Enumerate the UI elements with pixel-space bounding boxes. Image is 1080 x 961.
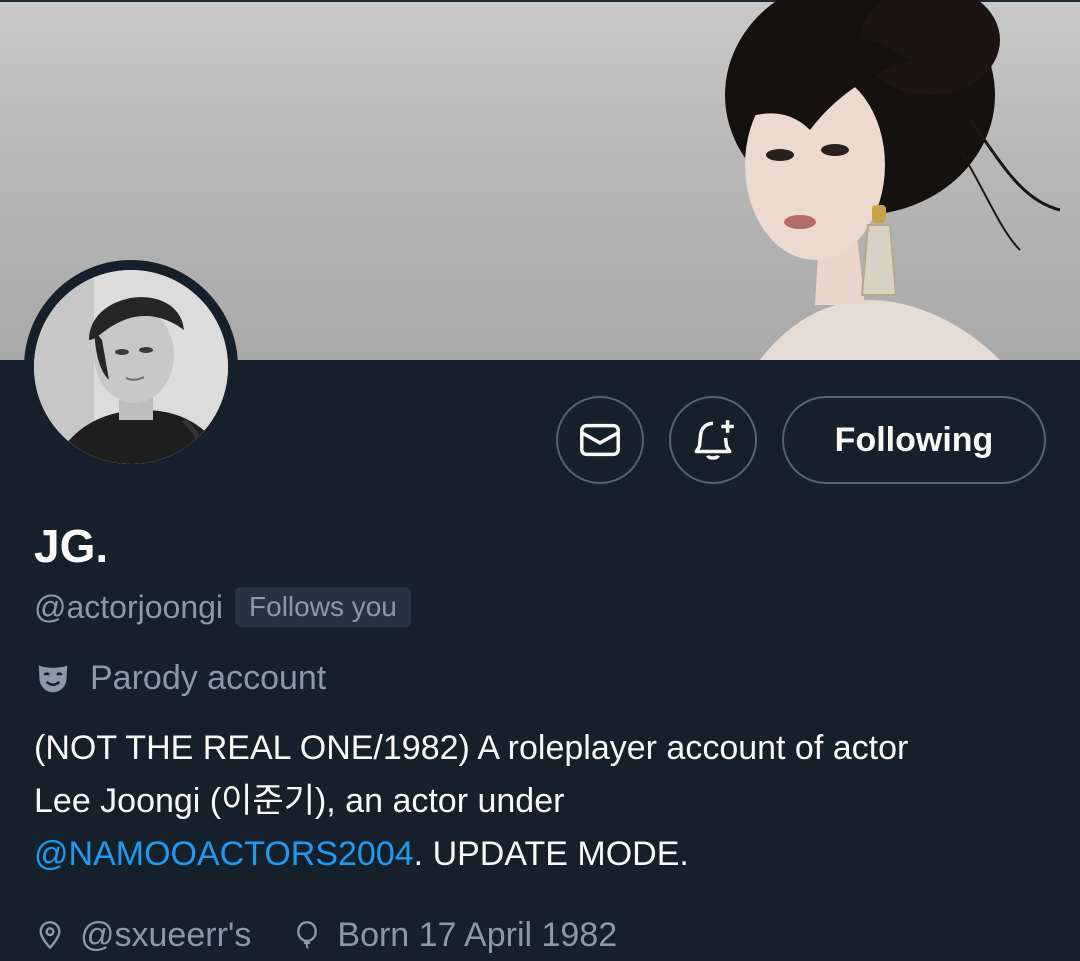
following-button[interactable]: Following — [782, 396, 1046, 484]
birthday-item: Born 17 April 1982 — [291, 916, 617, 955]
parody-account-label: Parody account — [90, 658, 327, 697]
profile-avatar[interactable] — [24, 260, 238, 474]
handle-row: @actorjoongi Follows you — [34, 584, 411, 630]
envelope-icon — [580, 423, 620, 457]
follows-you-badge: Follows you — [235, 587, 411, 627]
profile-bio: (NOT THE REAL ONE/1982) A roleplayer acc… — [34, 722, 914, 881]
banner-photo-figure — [725, 0, 1061, 360]
display-name: JG. — [34, 520, 109, 572]
location-text: @sxueerr's — [80, 915, 252, 954]
avatar-photo — [34, 270, 228, 464]
notifications-button[interactable] — [669, 396, 757, 484]
bell-plus-icon — [694, 420, 734, 460]
bio-mention-link[interactable]: @NAMOOACTORS2004 — [34, 835, 414, 873]
message-button[interactable] — [556, 396, 644, 484]
location-pin-icon — [39, 921, 61, 950]
parody-label-row: Parody account — [34, 655, 326, 701]
birthday-text: Born 17 April 1982 — [337, 915, 618, 954]
bio-text: (NOT THE REAL ONE/1982) A roleplayer acc… — [34, 729, 909, 820]
bio-text-end: . UPDATE MODE. — [413, 835, 689, 873]
profile-meta: @sxueerr's Born 17 April 1982 — [34, 912, 617, 958]
user-handle: @actorjoongi — [34, 589, 224, 625]
location-item: @sxueerr's — [34, 916, 251, 955]
balloon-icon — [297, 921, 318, 949]
theater-mask-icon — [38, 665, 68, 693]
